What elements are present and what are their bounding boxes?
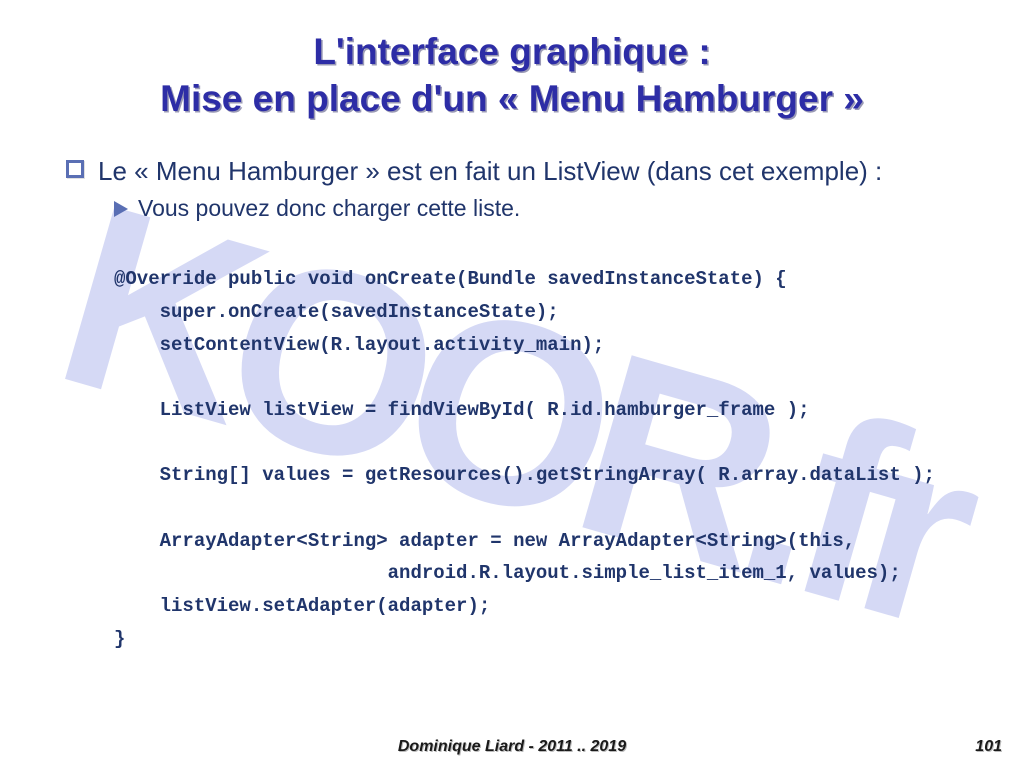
slide-content: Le « Menu Hamburger » est en fait un Lis… (66, 155, 994, 655)
bullet-text: Le « Menu Hamburger » est en fait un Lis… (98, 155, 882, 188)
footer-page-number: 101 (975, 738, 1002, 756)
title-line-2: Mise en place d'un « Menu Hamburger » (160, 78, 864, 119)
slide-footer: Dominique Liard - 2011 .. 2019 101 (0, 738, 1024, 756)
subbullet-item: Vous pouvez donc charger cette liste. (114, 194, 994, 224)
arrow-bullet-icon (114, 201, 128, 217)
footer-author: Dominique Liard - 2011 .. 2019 (398, 738, 626, 755)
square-bullet-icon (66, 160, 84, 178)
title-heading: L'interface graphique : Mise en place d'… (0, 28, 1024, 123)
slide-title: L'interface graphique : Mise en place d'… (0, 28, 1024, 123)
title-line-1: L'interface graphique : (313, 31, 710, 72)
slide: KOOR.fr L'interface graphique : Mise en … (0, 0, 1024, 768)
subbullet-text: Vous pouvez donc charger cette liste. (138, 194, 520, 224)
bullet-item: Le « Menu Hamburger » est en fait un Lis… (66, 155, 994, 188)
code-block: @Override public void onCreate(Bundle sa… (114, 263, 994, 655)
